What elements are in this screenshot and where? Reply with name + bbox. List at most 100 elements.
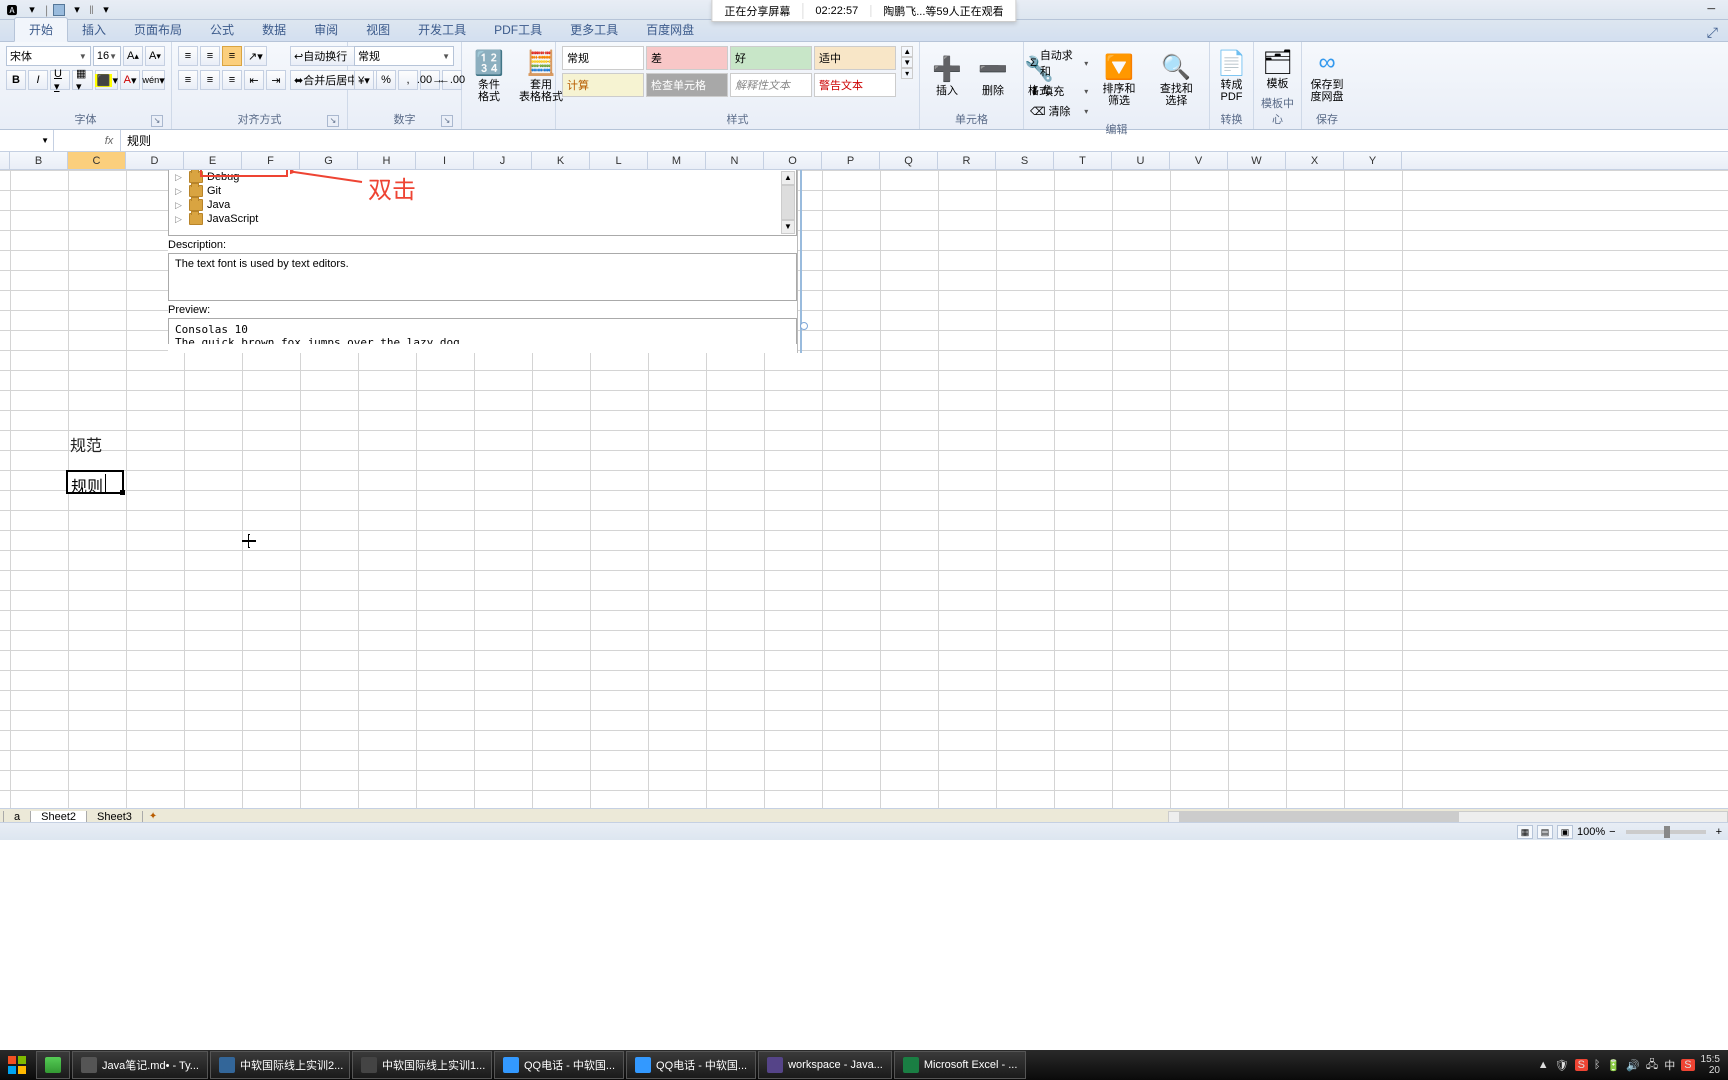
col-header-W[interactable]: W [1228,152,1286,169]
underline-button[interactable]: U ▾ [50,70,70,90]
border-button[interactable]: ▦ ▾ [72,70,93,90]
styles-gallery[interactable]: 常规 差 好 适中 计算 检查单元格 解释性文本 警告文本 [562,46,897,98]
phonetic-button[interactable]: wén▾ [142,70,165,90]
dec-decimal[interactable]: ←.00 [442,70,462,90]
col-header-H[interactable]: H [358,152,416,169]
col-header-V[interactable]: V [1170,152,1228,169]
currency-button[interactable]: ¥▾ [354,70,374,90]
style-bad[interactable]: 差 [646,46,728,70]
inc-decimal[interactable]: .00→ [420,70,440,90]
tb-typora[interactable]: Java笔记.md• - Ty... [72,1051,208,1079]
tray-battery-icon[interactable]: 🔋 [1607,1059,1621,1072]
tab-pdf[interactable]: PDF工具 [480,18,556,41]
tray-net-icon[interactable]: 🖧 [1646,1056,1658,1075]
col-header-G[interactable]: G [300,152,358,169]
col-header-N[interactable]: N [706,152,764,169]
col-header-J[interactable]: J [474,152,532,169]
tab-data[interactable]: 数据 [248,18,300,41]
sort-filter-button[interactable]: 🔽排序和筛选 [1092,46,1145,112]
save-baidu-button[interactable]: ∞保存到 度网盘 [1308,42,1346,108]
qat-overflow[interactable]: ▾ [98,2,114,18]
tab-insert[interactable]: 插入 [68,18,120,41]
tray-bt-icon[interactable]: ᛒ [1594,1059,1601,1071]
tray-vol-icon[interactable]: 🔊 [1626,1059,1640,1072]
tray-sogou2-icon[interactable]: S [1681,1059,1694,1071]
styles-scroll[interactable]: ▲▼▾ [901,46,913,79]
col-header-P[interactable]: P [822,152,880,169]
view-page[interactable]: ▤ [1537,825,1553,839]
tray-lang[interactable]: 中 [1664,1057,1675,1073]
col-header-Q[interactable]: Q [880,152,938,169]
style-neutral[interactable]: 适中 [814,46,896,70]
align-bottom[interactable]: ≡ [222,46,242,66]
col-header-R[interactable]: R [938,152,996,169]
tray-shield-icon[interactable]: 🛡 [1555,1059,1569,1072]
image-resize-handle[interactable] [800,322,808,330]
italic-button[interactable]: I [28,70,48,90]
tab-layout[interactable]: 页面布局 [120,18,196,41]
tb-excel[interactable]: Microsoft Excel - ... [894,1051,1027,1079]
tb-qq2[interactable]: QQ电话 - 中软国... [626,1051,756,1079]
bold-button[interactable]: B [6,70,26,90]
font-dialog-launcher[interactable]: ↘ [151,115,163,127]
tb-eclipse[interactable]: workspace - Java... [758,1051,892,1079]
zoom-out[interactable]: − [1609,826,1615,838]
col-header-M[interactable]: M [648,152,706,169]
col-header-L[interactable]: L [590,152,648,169]
view-break[interactable]: ▣ [1557,825,1573,839]
style-calc[interactable]: 计算 [562,73,644,97]
style-check[interactable]: 检查单元格 [646,73,728,97]
tab-formula[interactable]: 公式 [196,18,248,41]
col-header-S[interactable]: S [996,152,1054,169]
name-box[interactable]: ▼ [0,130,54,151]
embedded-image[interactable]: ▲▼ ▷Debug▷Git▷Java▷JavaScript Descriptio… [168,170,798,353]
align-center[interactable]: ≡ [200,70,220,90]
col-header-C[interactable]: C [68,152,126,169]
tree-item[interactable]: ▷Java [169,198,796,212]
formula-input[interactable]: 规则 [121,132,1728,149]
indent-dec[interactable]: ⇤ [244,70,264,90]
insert-cells-button[interactable]: ➕插入 [926,42,968,108]
col-header-D[interactable]: D [126,152,184,169]
font-size-combo[interactable]: 16▼ [93,46,121,66]
tray-sogou-icon[interactable]: S [1575,1059,1588,1071]
view-normal[interactable]: ▦ [1517,825,1533,839]
align-middle[interactable]: ≡ [200,46,220,66]
col-header-X[interactable]: X [1286,152,1344,169]
clear-button[interactable]: ⌫清除▾ [1030,102,1088,120]
col-header-I[interactable]: I [416,152,474,169]
system-tray[interactable]: ▲ 🛡 S ᛒ 🔋 🔊 🖧 中 S 15:5 20 [1532,1054,1728,1076]
start-button[interactable] [0,1050,34,1080]
tree-item[interactable]: ▷Debug [169,170,796,184]
percent-button[interactable]: % [376,70,396,90]
qat-square[interactable] [53,4,65,16]
tab-view[interactable]: 视图 [352,18,404,41]
col-header-U[interactable]: U [1112,152,1170,169]
qat-dd2[interactable]: ▾ [69,2,85,18]
tab-start[interactable]: 开始 [14,17,68,42]
style-good[interactable]: 好 [730,46,812,70]
tray-clock[interactable]: 15:5 20 [1701,1054,1722,1076]
zoom-slider[interactable] [1626,830,1706,834]
align-top[interactable]: ≡ [178,46,198,66]
fill-color-button[interactable]: ⬛▾ [95,70,118,90]
col-header-T[interactable]: T [1054,152,1112,169]
tree-item[interactable]: ▷Git [169,184,796,198]
zoom-in[interactable]: + [1716,826,1722,838]
tree-item[interactable]: ▷JavaScript [169,212,796,226]
shrink-font-button[interactable]: A▾ [145,46,165,66]
align-dialog-launcher[interactable]: ↘ [327,115,339,127]
tab-more[interactable]: 更多工具 [556,18,632,41]
tb-zrgj2[interactable]: 中软国际线上实训1... [352,1051,492,1079]
tb-zrgj1[interactable]: 中软国际线上实训2... [210,1051,350,1079]
tab-baidu[interactable]: 百度网盘 [632,18,708,41]
spreadsheet-grid[interactable]: 规范 规则 ▲▼ ▷Debug▷Git▷Java▷JavaScript Desc… [0,170,1728,820]
delete-cells-button[interactable]: ➖删除 [972,42,1014,108]
font-name-combo[interactable]: 宋体▼ [6,46,91,66]
conditional-format-button[interactable]: 🔢 条件格式 [468,42,510,108]
tab-review[interactable]: 审阅 [300,18,352,41]
col-header-E[interactable]: E [184,152,242,169]
font-color-button[interactable]: A▾ [120,70,140,90]
ribbon-expand[interactable]: ⤢ [1697,24,1728,41]
to-pdf-button[interactable]: 📄转成 PDF [1216,42,1247,108]
